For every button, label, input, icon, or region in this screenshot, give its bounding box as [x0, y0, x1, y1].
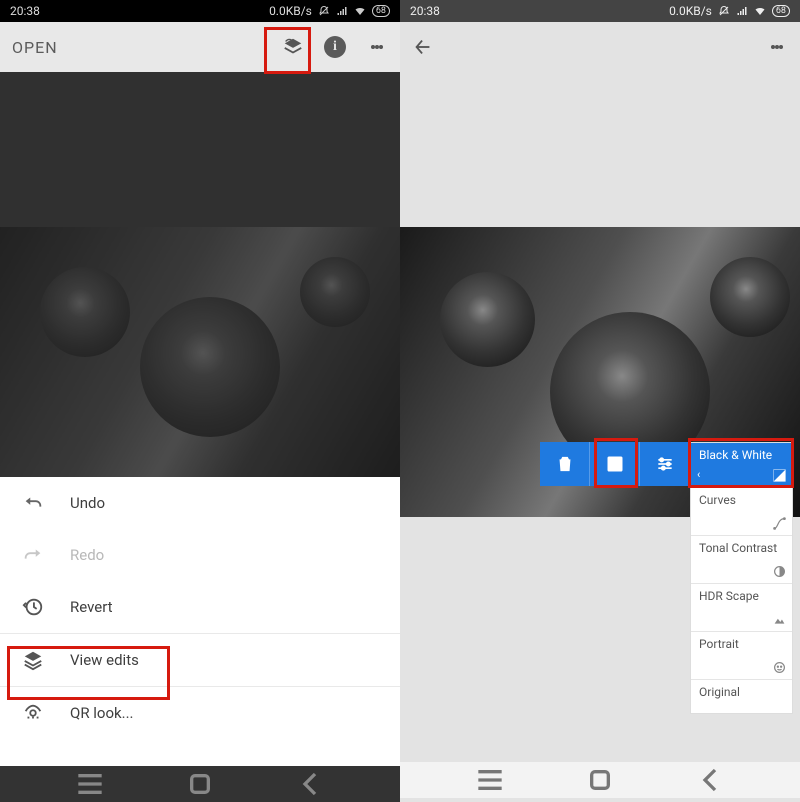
info-icon[interactable]: i	[324, 36, 346, 58]
status-datarate: 0.0KB/s	[269, 4, 312, 18]
view-edits-icon	[22, 649, 44, 671]
system-nav-right	[400, 762, 800, 798]
stack-item-bw[interactable]: Black & White ‹	[691, 443, 792, 487]
status-bar: 20:38 0.0KB/s 68	[0, 0, 400, 22]
edit-action-bar	[540, 442, 690, 486]
stack-item-label: Curves	[699, 494, 784, 507]
stack-item-original[interactable]: Original	[691, 679, 792, 713]
stack-item-portrait[interactable]: Portrait	[691, 631, 792, 679]
stack-item-label: Tonal Contrast	[699, 542, 784, 555]
nav-back[interactable]	[690, 771, 730, 789]
stack-edit-button[interactable]	[590, 442, 640, 486]
qr-icon	[22, 702, 44, 724]
dnd-icon	[718, 5, 730, 17]
nav-recents[interactable]	[470, 771, 510, 789]
stack-item-label: Original	[699, 686, 784, 699]
signal-icon	[336, 5, 348, 17]
system-nav-left	[0, 766, 400, 802]
app-bar-left: OPEN i	[0, 22, 400, 72]
stack-item-label: Portrait	[699, 638, 784, 651]
battery-indicator: 68	[372, 5, 390, 17]
more-icon[interactable]	[366, 36, 388, 58]
open-button[interactable]: OPEN	[12, 38, 58, 57]
back-icon[interactable]	[412, 36, 434, 58]
signal-icon	[736, 5, 748, 17]
app-bar-right	[400, 22, 800, 72]
phone-left: 20:38 0.0KB/s 68 OPEN	[0, 0, 400, 802]
menu-undo-label: Undo	[70, 494, 105, 512]
menu-qr-look[interactable]: QR look...	[0, 687, 400, 739]
portrait-icon	[773, 661, 786, 674]
stack-item-hdr[interactable]: HDR Scape	[691, 583, 792, 631]
menu-redo: Redo	[0, 529, 400, 581]
nav-recents[interactable]	[70, 775, 110, 793]
undo-icon	[22, 492, 44, 514]
status-bar: 20:38 0.0KB/s 68	[400, 0, 800, 22]
nav-home[interactable]	[180, 775, 220, 793]
wifi-icon	[754, 5, 766, 17]
menu-redo-label: Redo	[70, 546, 104, 564]
stack-delete-button[interactable]	[540, 442, 590, 486]
nav-home[interactable]	[580, 771, 620, 789]
edit-stack: Black & White ‹ Curves Tonal Contrast HD…	[690, 442, 793, 714]
dnd-icon	[318, 5, 330, 17]
edits-menu-sheet: Undo Redo Revert View edits	[0, 477, 400, 766]
menu-view-edits-label: View edits	[70, 651, 139, 669]
tonal-icon	[773, 565, 786, 578]
battery-indicator: 68	[772, 5, 790, 17]
nav-back[interactable]	[290, 775, 330, 793]
hdr-icon	[773, 613, 786, 626]
stack-item-label: HDR Scape	[699, 590, 784, 603]
status-time: 20:38	[10, 4, 40, 18]
more-icon[interactable]	[766, 36, 788, 58]
image-canvas	[0, 72, 400, 477]
chevron-left-icon: ‹	[697, 468, 700, 481]
stack-tune-button[interactable]	[640, 442, 690, 486]
curves-icon	[773, 517, 786, 530]
menu-revert[interactable]: Revert	[0, 581, 400, 633]
stack-item-tonal[interactable]: Tonal Contrast	[691, 535, 792, 583]
stack-item-curves[interactable]: Curves	[691, 487, 792, 535]
wifi-icon	[354, 5, 366, 17]
menu-revert-label: Revert	[70, 598, 113, 616]
menu-qr-look-label: QR look...	[70, 704, 134, 722]
layers-icon[interactable]	[282, 36, 304, 58]
redo-icon	[22, 544, 44, 566]
menu-undo[interactable]: Undo	[0, 477, 400, 529]
bw-thumb-icon	[773, 469, 786, 482]
status-datarate: 0.0KB/s	[669, 4, 712, 18]
stack-item-label: Black & White	[699, 449, 784, 462]
revert-icon	[22, 596, 44, 618]
status-time: 20:38	[410, 4, 440, 18]
menu-view-edits[interactable]: View edits	[0, 634, 400, 686]
